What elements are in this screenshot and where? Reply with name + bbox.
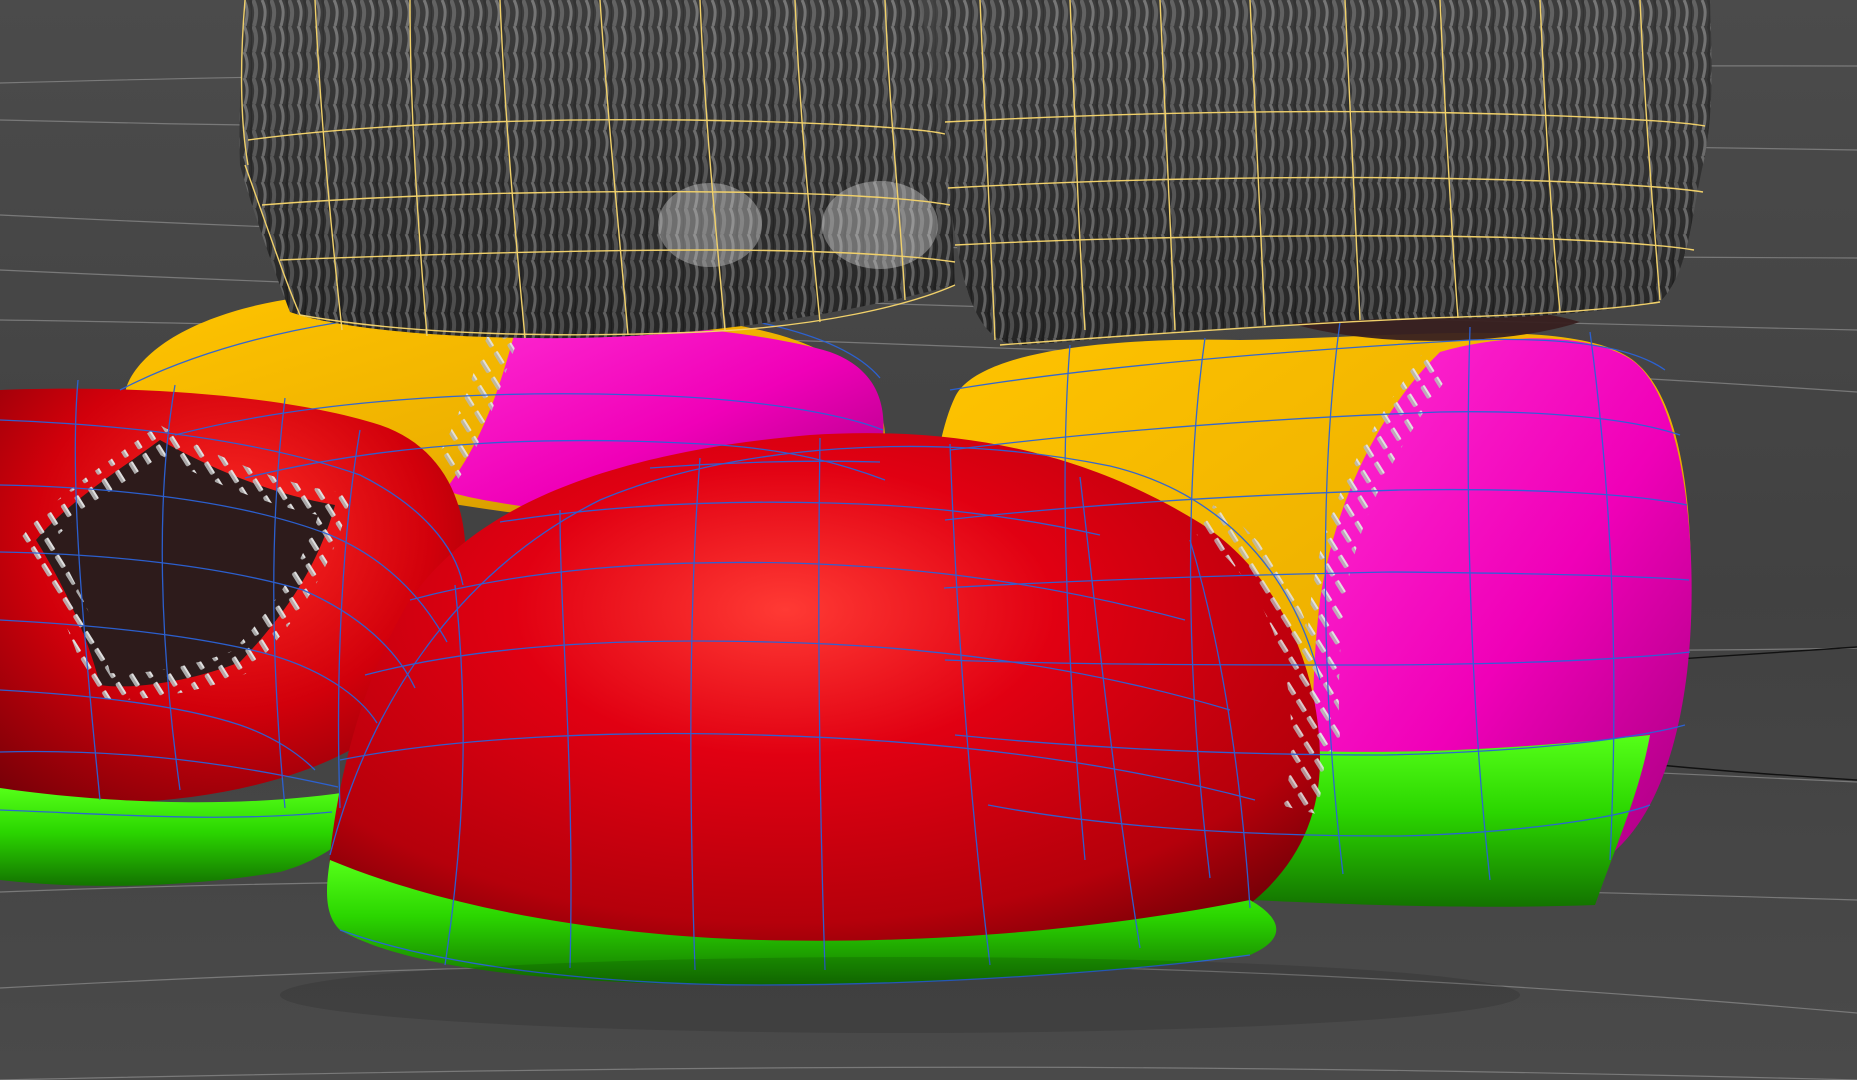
pants bbox=[239, 0, 1712, 346]
3d-viewport[interactable] bbox=[0, 0, 1857, 1080]
shoe-shadow bbox=[280, 957, 1520, 1033]
scene-render bbox=[0, 0, 1857, 1080]
